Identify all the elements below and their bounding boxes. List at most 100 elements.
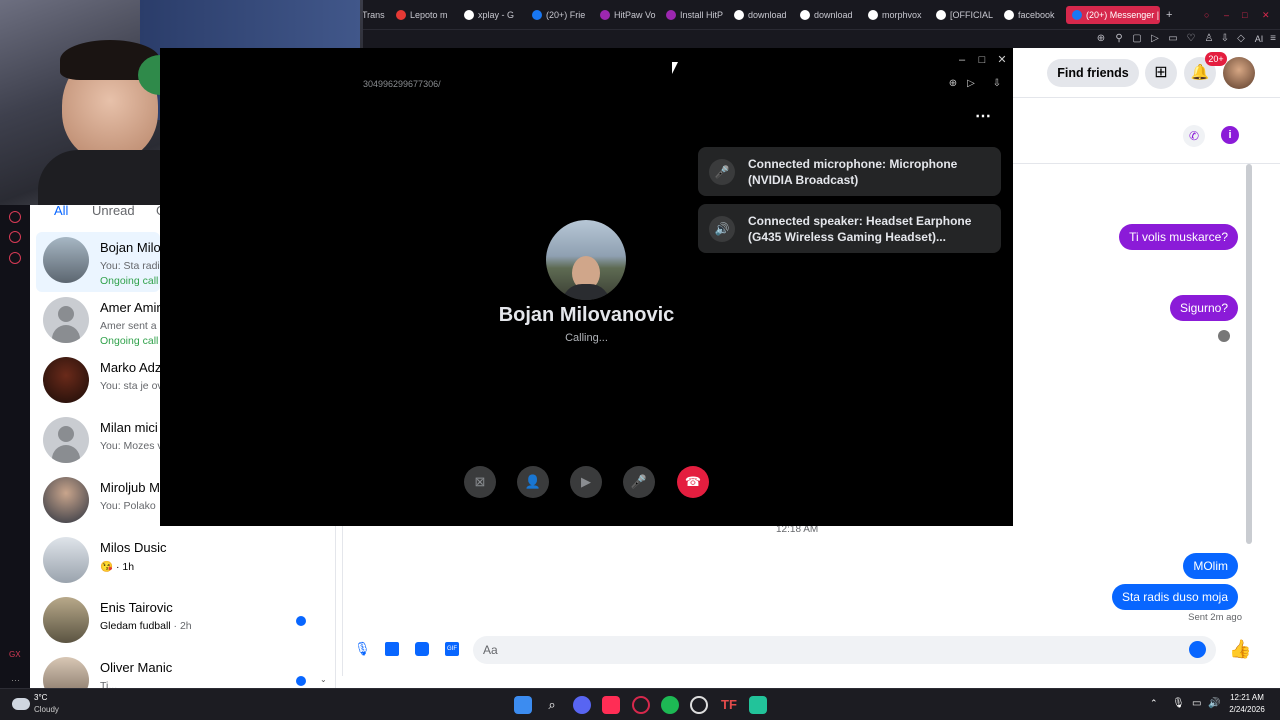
screenshot-icon[interactable]: ▢ <box>1130 32 1144 46</box>
more-icon[interactable]: ⋯ <box>11 675 20 686</box>
conversation-item[interactable]: Enis Tairovic Gledam fudball · 2h <box>30 595 330 655</box>
zoom-icon[interactable]: ⊕ <box>1094 32 1108 46</box>
screen-share-button[interactable]: ⊠ <box>464 466 496 498</box>
volume-icon[interactable]: 🔊 <box>1208 698 1220 709</box>
tab-label: (20+) Frie <box>546 10 586 20</box>
tab-6[interactable]: Install HitP <box>666 6 724 24</box>
filter-all[interactable]: All <box>54 203 68 218</box>
tab-label: xplay - G <box>478 10 515 20</box>
close-icon[interactable]: ✕ <box>994 52 1010 68</box>
discord-icon[interactable] <box>573 696 591 714</box>
sent-message: Ti volis muskarce? <box>1119 224 1238 250</box>
tab-8[interactable]: download <box>800 6 858 24</box>
speaker-notice-text: Connected speaker: Headset Earphone (G43… <box>748 214 972 244</box>
browser-sidebar-rail: GX ⋯ <box>0 205 30 688</box>
avatar <box>43 537 89 583</box>
filter-unread[interactable]: Unread <box>92 203 135 218</box>
tiktok-icon[interactable] <box>602 696 620 714</box>
tab-label: Lepoto m <box>410 10 448 20</box>
clock-date[interactable]: 2/24/2026 <box>1226 705 1268 714</box>
play-icon[interactable]: ▷ <box>1148 32 1162 46</box>
microphone-icon[interactable]: 🎙 <box>354 641 371 657</box>
call-status-text: Calling... <box>565 332 608 344</box>
call-status: Ongoing call <box>100 335 159 347</box>
tab-4[interactable]: (20+) Frie <box>532 6 588 24</box>
profile-avatar[interactable] <box>1223 57 1255 89</box>
tab-label: HitPaw Vo <box>614 10 656 20</box>
minimize-icon[interactable]: – <box>1224 6 1236 24</box>
download-icon[interactable]: ⇩ <box>989 76 1005 92</box>
tab-10[interactable]: [OFFICIAL <box>936 6 994 24</box>
clock-time[interactable]: 12:21 AM <box>1226 693 1268 702</box>
message-input-placeholder: Aa <box>483 643 498 657</box>
windows-start-icon[interactable] <box>514 696 532 714</box>
heart-icon[interactable]: ♡ <box>1184 32 1198 46</box>
profile-icon[interactable]: ♙ <box>1202 32 1216 46</box>
google-icon <box>734 10 744 20</box>
tab-1[interactable]: Trans <box>362 6 392 24</box>
avatar <box>43 477 89 523</box>
minimize-icon[interactable]: – <box>954 52 970 68</box>
info-icon[interactable]: i <box>1221 126 1239 144</box>
network-icon[interactable]: ▭ <box>1192 698 1201 709</box>
maximize-icon[interactable]: □ <box>1242 6 1254 24</box>
mute-button[interactable]: 🎤 <box>623 466 655 498</box>
search-icon[interactable]: ○ <box>1204 6 1216 24</box>
cube-icon[interactable]: ◇ <box>1234 32 1248 46</box>
tab-11[interactable]: facebook <box>1004 6 1062 24</box>
like-icon[interactable]: 👍 <box>1229 639 1251 660</box>
close-icon[interactable]: ✕ <box>1262 6 1274 24</box>
sidebar-settings-icon[interactable] <box>9 252 21 264</box>
tab-7[interactable]: download <box>734 6 792 24</box>
tab-label: (20+) Messenger | <box>1086 10 1160 20</box>
image-icon[interactable] <box>385 642 399 656</box>
play-icon[interactable]: ▷ <box>963 76 979 92</box>
apps-grid-icon[interactable]: ⊞ <box>1145 57 1177 89</box>
message-input[interactable]: Aa <box>473 636 1216 664</box>
app-icon[interactable] <box>749 696 767 714</box>
tab-9[interactable]: morphvox <box>868 6 926 24</box>
conversation-item[interactable]: Milos Dusic 😘 · 1h <box>30 535 330 595</box>
sticker-icon[interactable] <box>415 642 429 656</box>
tf-app-icon[interactable]: TF <box>720 696 738 714</box>
microphone-tray-icon[interactable]: 🎙 <box>1172 698 1185 709</box>
spotify-icon[interactable] <box>661 696 679 714</box>
sidebar-messenger-icon[interactable] <box>9 231 21 243</box>
avatar <box>43 417 89 463</box>
pin-icon[interactable]: ⚲ <box>1112 32 1126 46</box>
download-icon[interactable]: ⇩ <box>1218 32 1232 46</box>
tab-3[interactable]: xplay - G <box>464 6 520 24</box>
emoji-icon[interactable] <box>1189 641 1206 658</box>
sent-message: Sta radis duso moja <box>1111 584 1238 610</box>
sidebar-history-icon[interactable] <box>9 211 21 223</box>
video-off-button[interactable]: ▶ <box>570 466 602 498</box>
end-call-button[interactable]: ☎ <box>677 466 709 498</box>
hitpaw-icon <box>600 10 610 20</box>
tab-2[interactable]: Lepoto m <box>396 6 452 24</box>
more-options-icon[interactable]: ⋯ <box>975 106 992 126</box>
contact-name: Milos Dusic <box>100 540 167 555</box>
contact-name: Oliver Manic <box>100 660 173 675</box>
opera-gx-icon[interactable] <box>632 696 650 714</box>
chrome-icon[interactable] <box>690 696 708 714</box>
maximize-icon[interactable]: □ <box>974 52 990 68</box>
avatar <box>43 357 89 403</box>
tab-5[interactable]: HitPaw Vo <box>600 6 656 24</box>
search-icon[interactable]: ⌕ <box>543 696 561 714</box>
scrollbar[interactable] <box>1246 164 1252 544</box>
zoom-icon[interactable]: ⊕ <box>945 76 961 92</box>
tab-messenger-active[interactable]: (20+) Messenger | <box>1066 6 1160 24</box>
speaker-icon: 🔊 <box>709 216 735 242</box>
google-icon <box>800 10 810 20</box>
gx-icon[interactable]: GX <box>9 650 21 659</box>
tray-chevron-icon[interactable]: ⌃ <box>1150 698 1158 709</box>
voice-call-icon[interactable]: ✆ <box>1183 125 1205 147</box>
find-friends-button[interactable]: Find friends <box>1047 59 1139 87</box>
add-person-button[interactable]: 👤 <box>517 466 549 498</box>
new-tab-button[interactable]: + <box>1166 6 1180 24</box>
scroll-down-icon[interactable]: ⌄ <box>320 675 327 684</box>
microphone-notice: 🎤 Connected microphone: Microphone (NVID… <box>698 147 1001 196</box>
menu-icon[interactable]: ≡ <box>1266 32 1280 46</box>
gif-icon[interactable]: GIF <box>445 642 459 656</box>
bookmark-icon[interactable]: ▭ <box>1166 32 1180 46</box>
